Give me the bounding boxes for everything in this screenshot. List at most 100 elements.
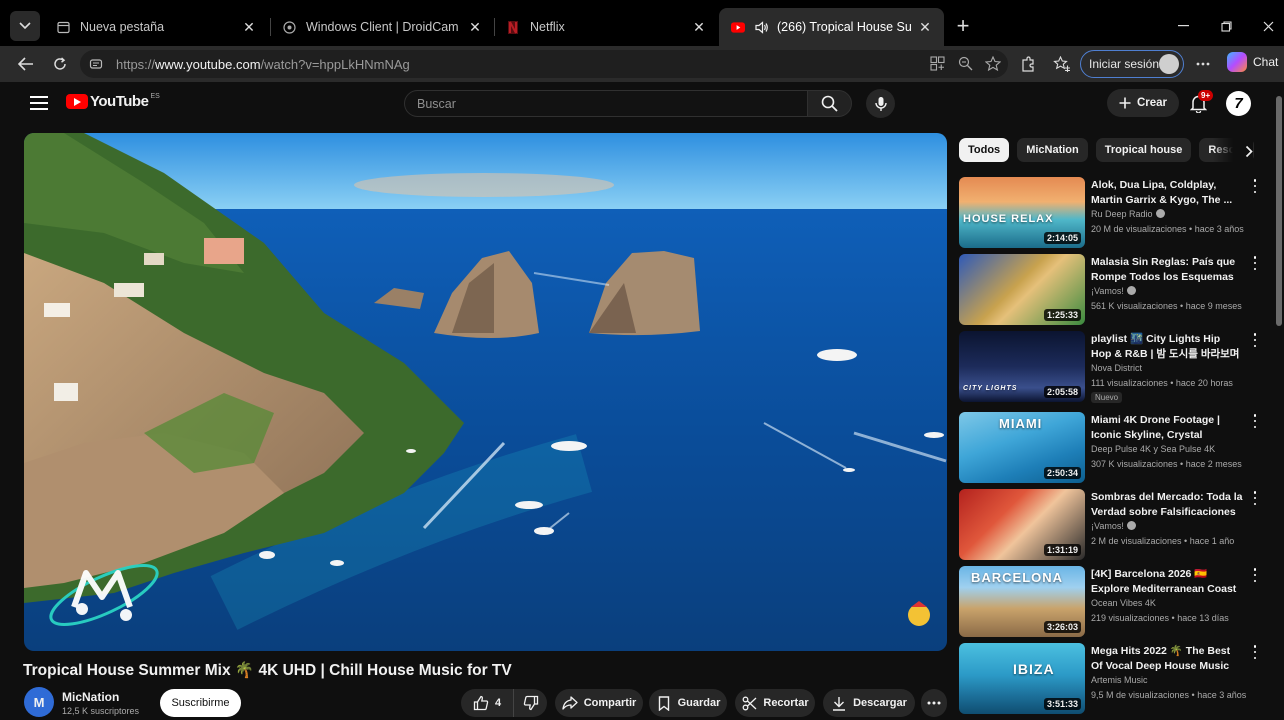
- chips-next-button[interactable]: [1213, 136, 1253, 166]
- video-duration: 2:05:58: [1043, 386, 1081, 398]
- more-vert-icon[interactable]: [1251, 568, 1259, 582]
- tab-netflix[interactable]: Netflix ✕: [494, 8, 718, 46]
- hamburger-menu-icon[interactable]: [30, 96, 48, 110]
- clip-button[interactable]: Recortar: [735, 689, 815, 717]
- recommendation-item[interactable]: 1:31:19 Sombras del Mercado: Toda la Ver…: [959, 489, 1259, 561]
- recommendation-title: Malasia Sin Reglas: País que Rompe Todos…: [1091, 256, 1236, 283]
- recommendation-title: Mega Hits 2022 🌴 The Best Of Vocal Deep …: [1091, 645, 1231, 672]
- copilot-chat-button[interactable]: Chat: [1227, 52, 1278, 72]
- thumbnail-text: HOUSE RELAX: [963, 213, 1054, 225]
- more-vert-icon[interactable]: [1251, 179, 1259, 193]
- notifications-button[interactable]: 9+: [1187, 90, 1214, 114]
- tab-actions-button[interactable]: [10, 11, 40, 41]
- tab-title: (266) Tropical House Summer: [777, 20, 912, 34]
- recommendation-item[interactable]: MIAMI 2:50:34 Miami 4K Drone Footage | I…: [959, 412, 1259, 484]
- close-icon[interactable]: ✕: [692, 19, 706, 35]
- channel-name[interactable]: MicNation: [62, 690, 119, 704]
- channel-avatar[interactable]: M: [24, 687, 54, 717]
- account-avatar[interactable]: 7: [1226, 91, 1251, 116]
- youtube-favicon: [731, 20, 745, 34]
- chip-micnation[interactable]: MicNation: [1017, 138, 1088, 162]
- recommendation-title: Miami 4K Drone Footage | Iconic Skyline,…: [1091, 414, 1220, 441]
- video-duration: 1:31:19: [1043, 544, 1081, 556]
- thumbs-down-icon: [523, 695, 539, 711]
- address-bar[interactable]: https://www.youtube.com/watch?v=hppLkHNm…: [80, 50, 1008, 78]
- video-thumbnail[interactable]: 1:25:33: [959, 254, 1085, 325]
- subscribe-button[interactable]: Suscribirme: [160, 689, 241, 717]
- favorites-icon[interactable]: [1052, 54, 1072, 74]
- dislike-button[interactable]: [513, 689, 547, 717]
- minimize-icon[interactable]: [1171, 14, 1195, 38]
- youtube-page: YouTube ES Buscar Crear 9+ 7 Tropical Ho…: [10, 84, 1284, 720]
- signin-button[interactable]: Iniciar sesión: [1080, 50, 1184, 78]
- download-icon: [831, 695, 847, 711]
- site-info-icon[interactable]: [88, 56, 104, 72]
- recommendation-meta: 9,5 M de visualizaciones • hace 3 años: [1091, 690, 1247, 700]
- chip-todos[interactable]: Todos: [959, 138, 1010, 162]
- close-icon[interactable]: ✕: [918, 19, 932, 35]
- new-tab-button[interactable]: +: [951, 13, 975, 38]
- bookmark-icon: [656, 695, 672, 711]
- voice-search-button[interactable]: [866, 89, 895, 118]
- video-duration: 3:26:03: [1043, 621, 1081, 633]
- window-close-icon[interactable]: [1256, 14, 1280, 38]
- more-options-icon[interactable]: [1193, 54, 1213, 74]
- restore-icon[interactable]: [1214, 14, 1238, 38]
- search-button[interactable]: [807, 90, 852, 117]
- close-icon[interactable]: ✕: [242, 19, 256, 35]
- share-button[interactable]: Compartir: [555, 689, 643, 717]
- more-vert-icon[interactable]: [1251, 491, 1259, 505]
- recommendation-item[interactable]: BARCELONA 3:26:03 [4K] Barcelona 2026 🇪🇸…: [959, 566, 1259, 638]
- browser-toolbar: https://www.youtube.com/watch?v=hppLkHNm…: [0, 46, 1284, 82]
- recommendation-title: Alok, Dua Lipa, Coldplay, Martin Garrix …: [1091, 179, 1233, 206]
- reload-icon[interactable]: [48, 52, 72, 76]
- tab-title: Nueva pestaña: [80, 20, 165, 34]
- microphone-icon: [874, 96, 887, 111]
- recommendation-title: playlist 🌃 City Lights Hip Hop & R&B | 밤…: [1091, 333, 1240, 360]
- more-vert-icon[interactable]: [1251, 256, 1259, 270]
- recommendation-item[interactable]: HOUSE RELAX 2:14:05 Alok, Dua Lipa, Cold…: [959, 177, 1259, 249]
- video-thumbnail[interactable]: BARCELONA 3:26:03: [959, 566, 1085, 637]
- thumbnail-text: CITY LIGHTS: [963, 385, 1018, 392]
- recommendation-item[interactable]: CITY LIGHTS 2:05:58 playlist 🌃 City Ligh…: [959, 331, 1259, 403]
- video-duration: 3:51:33: [1043, 698, 1081, 710]
- download-button[interactable]: Descargar: [823, 689, 915, 717]
- video-thumbnail[interactable]: CITY LIGHTS 2:05:58: [959, 331, 1085, 402]
- like-button[interactable]: 4: [461, 689, 513, 717]
- favorite-star-icon[interactable]: [984, 54, 1002, 72]
- tab-droidcam[interactable]: Windows Client | DroidCam ✕: [270, 8, 494, 46]
- recommendation-item[interactable]: IBIZA 3:51:33 Mega Hits 2022 🌴 The Best …: [959, 643, 1259, 715]
- speaker-icon[interactable]: [755, 20, 769, 34]
- tab-new-tab[interactable]: Nueva pestaña ✕: [44, 8, 268, 46]
- youtube-play-icon: [66, 94, 88, 109]
- save-button[interactable]: Guardar: [649, 689, 727, 717]
- video-thumbnail[interactable]: MIAMI 2:50:34: [959, 412, 1085, 483]
- more-actions-button[interactable]: [921, 689, 947, 717]
- more-vert-icon[interactable]: [1251, 333, 1259, 347]
- save-label: Guardar: [677, 697, 721, 709]
- video-thumbnail[interactable]: HOUSE RELAX 2:14:05: [959, 177, 1085, 248]
- clip-label: Recortar: [763, 697, 809, 709]
- more-vert-icon[interactable]: [1251, 645, 1259, 659]
- close-icon[interactable]: ✕: [468, 19, 482, 35]
- recommendation-item[interactable]: 1:25:33 Malasia Sin Reglas: País que Rom…: [959, 254, 1259, 326]
- zoom-icon[interactable]: [956, 54, 974, 72]
- create-button[interactable]: Crear: [1107, 89, 1179, 117]
- tab-youtube-active[interactable]: (266) Tropical House Summer ✕: [719, 8, 944, 46]
- search-icon: [821, 95, 838, 112]
- video-thumbnail[interactable]: 1:31:19: [959, 489, 1085, 560]
- video-thumbnail[interactable]: IBIZA 3:51:33: [959, 643, 1085, 714]
- app-available-icon[interactable]: [928, 54, 946, 72]
- search-input[interactable]: Buscar: [404, 90, 808, 117]
- share-arrow-icon: [562, 695, 578, 711]
- chip-tropical-house[interactable]: Tropical house: [1095, 138, 1192, 162]
- video-player[interactable]: [24, 133, 947, 651]
- extensions-icon[interactable]: [1018, 54, 1038, 74]
- back-arrow-icon[interactable]: [14, 52, 38, 76]
- recommendation-meta: 307 K visualizaciones • hace 2 meses: [1091, 459, 1242, 469]
- page-scrollbar[interactable]: [1276, 96, 1282, 326]
- more-vert-icon[interactable]: [1251, 414, 1259, 428]
- youtube-logo[interactable]: YouTube ES: [66, 93, 160, 110]
- thumbnail-text: IBIZA: [1013, 661, 1055, 677]
- like-count: 4: [494, 697, 502, 709]
